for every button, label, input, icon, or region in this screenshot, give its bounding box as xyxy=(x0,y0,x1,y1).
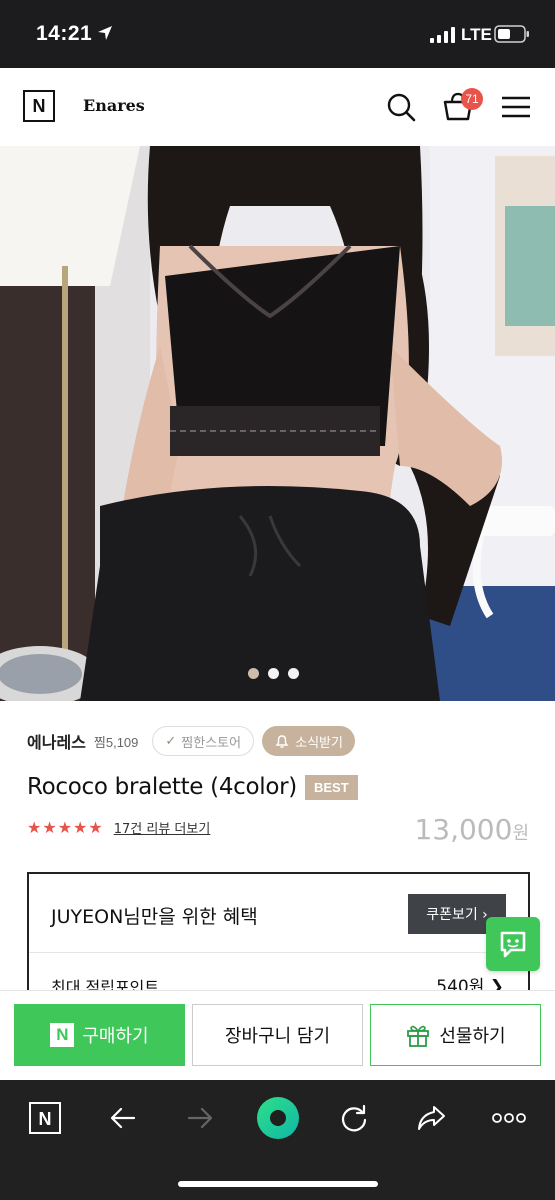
product-image[interactable] xyxy=(0,146,555,701)
brand-name[interactable]: Enares xyxy=(83,96,145,115)
product-title: Rococo bralette (4color) xyxy=(27,774,297,800)
price-value: 13,000 xyxy=(414,813,513,846)
green-dot-icon xyxy=(257,1097,299,1139)
buy-label: 구매하기 xyxy=(82,1026,149,1047)
store-row: 에나레스 찜5,109 ✓ 찜한스토어 소식받기 xyxy=(27,726,355,756)
store-name[interactable]: 에나레스 xyxy=(27,729,86,753)
search-icon[interactable] xyxy=(384,90,418,124)
add-to-cart-label: 장바구니 담기 xyxy=(224,1026,331,1047)
more-dots-icon xyxy=(492,1113,526,1123)
green-dot-button[interactable] xyxy=(256,1096,300,1140)
naver-logo-button[interactable]: N xyxy=(23,90,55,122)
check-icon: ✓ xyxy=(165,733,177,749)
arrow-right-icon xyxy=(187,1107,213,1129)
battery-icon xyxy=(494,25,529,43)
bell-plus-icon xyxy=(275,735,289,748)
home-indicator[interactable] xyxy=(178,1181,378,1187)
add-to-cart-button[interactable]: 장바구니 담기 xyxy=(192,1004,363,1066)
purchase-bar: N 구매하기 장바구니 담기 선물하기 xyxy=(0,990,555,1080)
refresh-icon xyxy=(341,1104,367,1132)
naver-n-letter: N xyxy=(39,1109,52,1129)
share-arrow-icon xyxy=(418,1106,445,1130)
product-price: 13,000원 xyxy=(414,813,529,846)
arrow-left-icon xyxy=(110,1107,136,1129)
price-currency: 원 xyxy=(512,823,529,844)
gallery-dot[interactable] xyxy=(288,668,299,679)
refresh-button[interactable] xyxy=(334,1098,374,1138)
review-link[interactable]: 17건 리뷰 더보기 xyxy=(114,818,211,837)
naver-home-button[interactable]: N xyxy=(25,1098,65,1138)
cart-count-badge: 71 xyxy=(461,88,483,110)
menu-icon[interactable] xyxy=(499,90,533,124)
status-time: 14:21 xyxy=(36,22,93,45)
subscribe-news-label: 소식받기 xyxy=(295,735,343,751)
network-label: LTE xyxy=(461,25,492,44)
naverpay-n-icon: N xyxy=(50,1023,75,1047)
signal-icon xyxy=(430,27,455,43)
back-button[interactable] xyxy=(103,1098,143,1138)
rating-stars: ★★★★★ xyxy=(27,818,104,837)
more-button[interactable] xyxy=(489,1098,529,1138)
naver-n-icon: N xyxy=(29,1102,61,1134)
benefit-divider xyxy=(29,952,528,953)
buy-button[interactable]: N 구매하기 xyxy=(14,1004,185,1066)
page: 14:21 LTE N Enares 71 에나레스 찜5,109 ✓ 찜한스토… xyxy=(0,0,555,1200)
gift-icon xyxy=(407,1025,430,1047)
gallery-dot[interactable] xyxy=(248,668,259,679)
rating-row: ★★★★★ 17건 리뷰 더보기 xyxy=(27,818,210,837)
store-header: N Enares 71 xyxy=(0,68,555,146)
subscribe-news-button[interactable]: 소식받기 xyxy=(262,726,355,756)
product-photo-illustration xyxy=(0,146,555,701)
product-title-row: Rococo bralette (4color) BEST xyxy=(27,774,358,800)
status-bar: 14:21 LTE xyxy=(0,0,555,68)
location-arrow-icon xyxy=(98,26,112,40)
chat-bubble-icon xyxy=(500,931,526,958)
talk-chat-button[interactable] xyxy=(486,917,540,971)
share-button[interactable] xyxy=(411,1098,451,1138)
store-fav-count: 찜5,109 xyxy=(93,734,139,750)
best-badge: BEST xyxy=(304,774,358,800)
gallery-dot[interactable] xyxy=(268,668,279,679)
gift-button[interactable]: 선물하기 xyxy=(370,1004,541,1066)
gift-label: 선물하기 xyxy=(439,1026,506,1047)
fav-store-label: 찜한스토어 xyxy=(181,735,242,751)
fav-store-button[interactable]: ✓ 찜한스토어 xyxy=(152,726,255,756)
forward-button[interactable] xyxy=(180,1098,220,1138)
benefit-title: JUYEON님만을 위한 혜택 xyxy=(51,906,258,928)
gallery-indicator[interactable] xyxy=(248,668,299,679)
